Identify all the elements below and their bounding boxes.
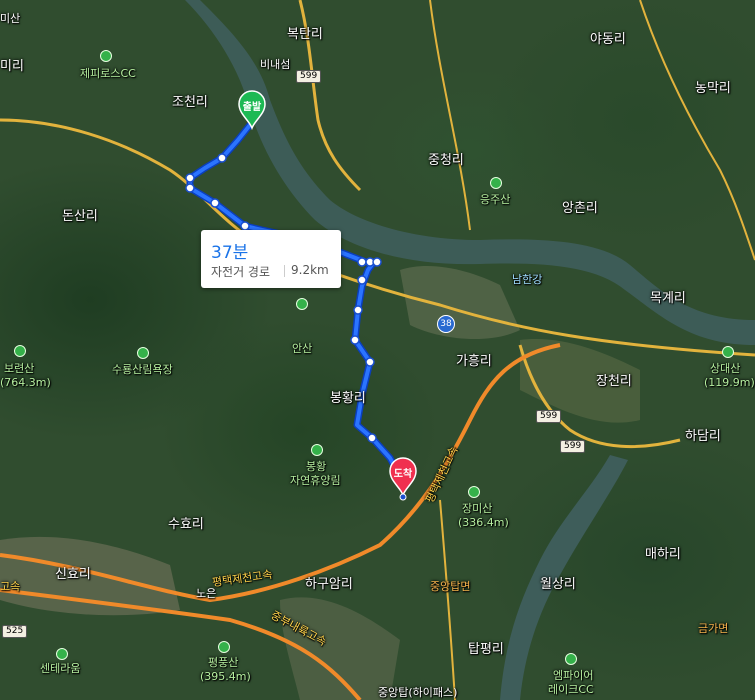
- mountain-icon[interactable]: [722, 346, 734, 358]
- place-label: 탑평리: [468, 642, 504, 657]
- place-label: 장천리: [596, 374, 632, 389]
- place-label: 평풍산: [208, 656, 239, 669]
- forest-icon[interactable]: [311, 444, 323, 456]
- mountain-icon[interactable]: [218, 641, 230, 653]
- place-label: 복탄리: [287, 27, 323, 42]
- place-label: 레이크CC: [548, 683, 594, 696]
- info-divider: [284, 265, 285, 277]
- town-patch: [400, 265, 520, 340]
- golf-icon[interactable]: [565, 653, 577, 665]
- place-label: (764.3m): [0, 376, 51, 389]
- place-label: 가흥리: [456, 354, 492, 369]
- place-label: 야동리: [590, 32, 626, 47]
- place-label: (395.4m): [200, 670, 251, 683]
- golf-icon[interactable]: [100, 50, 112, 62]
- place-label: 응주산: [480, 193, 511, 206]
- place-label: 자연휴양림: [290, 474, 341, 487]
- place-label: 목계리: [650, 291, 686, 306]
- place-label: 상대산: [710, 362, 741, 375]
- mountain-icon[interactable]: [468, 486, 480, 498]
- place-label: 하구암리: [305, 577, 353, 592]
- place-label: 중청리: [428, 153, 464, 168]
- mountain-icon[interactable]: [56, 648, 68, 660]
- start-pin[interactable]: 출발: [237, 90, 267, 134]
- mountain-icon[interactable]: [14, 345, 26, 357]
- place-label: (336.4m): [458, 516, 509, 529]
- route-shield-599: 599: [560, 440, 586, 453]
- river-label: 남한강: [512, 273, 543, 286]
- place-label: 봉황: [306, 460, 327, 473]
- route-mode: 자전거 경로: [211, 265, 271, 279]
- place-label: 미산: [0, 12, 21, 25]
- place-label: 센테라움: [40, 662, 81, 675]
- place-label: 신효리: [55, 567, 91, 582]
- place-label: 조천리: [172, 95, 208, 110]
- route-shield-599: 599: [536, 410, 562, 423]
- route-distance: 9.2km: [291, 263, 329, 277]
- route-shield-599: 599: [296, 70, 322, 83]
- start-pin-label: 출발: [242, 102, 262, 113]
- place-label: 미리: [0, 59, 24, 74]
- place-label: 봉황리: [330, 391, 366, 406]
- place-label: 보련산: [4, 362, 35, 375]
- end-pin[interactable]: 도착: [388, 455, 418, 505]
- place-label: 앙촌리: [562, 201, 598, 216]
- road-yellow: [429, 0, 471, 231]
- road-yellow: [439, 499, 456, 700]
- mountain-icon[interactable]: [296, 298, 308, 310]
- place-label: 월상리: [540, 577, 576, 592]
- mountain-icon[interactable]: [490, 177, 502, 189]
- place-label: 금가면: [698, 622, 729, 635]
- place-label: 하담리: [685, 429, 721, 444]
- place-label: 엠파이어: [553, 669, 594, 682]
- terrain-layer: [0, 0, 755, 700]
- place-label: 비내섬: [260, 58, 291, 71]
- route-time: 37분: [211, 243, 249, 263]
- route-info-box[interactable]: 37분 자전거 경로 9.2km: [201, 230, 341, 288]
- place-label: 돈산리: [62, 209, 98, 224]
- route-shield-38: 38: [437, 315, 455, 333]
- place-label: 수룡산림욕장: [112, 363, 173, 376]
- forest-icon[interactable]: [137, 347, 149, 359]
- place-label: 수효리: [168, 517, 204, 532]
- route-shield-525: 525: [2, 625, 28, 638]
- place-label: 제피로스CC: [80, 67, 136, 80]
- place-label: 매하리: [645, 547, 681, 562]
- end-pin-label: 도착: [393, 469, 413, 480]
- place-label: 농막리: [695, 81, 731, 96]
- satellite-map[interactable]: 출발 도착 37분 자전거 경로 9.2km 미산 미리 비내섬 복탄리 야동리…: [0, 0, 755, 700]
- road-name: 고속: [0, 580, 21, 593]
- place-label: 중앙탑면: [430, 580, 471, 593]
- road-yellow: [639, 0, 755, 261]
- place-label: 장미산: [462, 502, 493, 515]
- place-label: (119.9m): [704, 376, 755, 389]
- place-label: 안산: [292, 342, 313, 355]
- ic-label: 중앙탑(하이패스): [378, 686, 458, 699]
